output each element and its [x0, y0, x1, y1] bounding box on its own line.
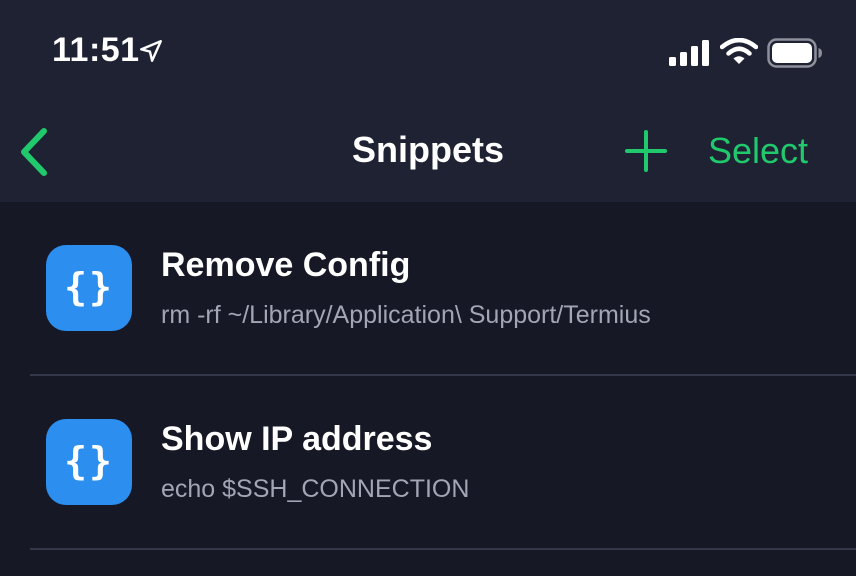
snippet-command: rm -rf ~/Library/Application\ Support/Te… — [161, 301, 651, 329]
curly-braces-icon: {} — [46, 245, 132, 331]
select-button[interactable]: Select — [708, 130, 808, 172]
snippet-command: echo $SSH_CONNECTION — [161, 475, 470, 503]
status-time: 11:51 — [52, 31, 140, 69]
location-arrow-icon — [140, 40, 162, 62]
top-bar: 11:51 Snippets Select — [0, 0, 856, 202]
snippet-item-show-ip-address[interactable]: {} Show IP address echo $SSH_CONNECTION — [0, 376, 856, 550]
navigation-bar: Snippets Select — [0, 100, 856, 202]
snippets-screen: 11:51 Snippets Select {} Remove Config r… — [0, 0, 856, 576]
curly-braces-icon: {} — [46, 419, 132, 505]
status-bar: 11:51 — [0, 0, 856, 100]
back-button[interactable] — [14, 126, 58, 178]
add-snippet-button[interactable] — [622, 127, 670, 175]
snippet-icon-glyph: {} — [64, 265, 114, 309]
snippet-item-remove-config[interactable]: {} Remove Config rm -rf ~/Library/Applic… — [0, 202, 856, 376]
snippet-title: Remove Config — [161, 246, 411, 284]
battery-icon — [767, 38, 822, 68]
list-divider — [30, 548, 856, 550]
wifi-icon — [720, 38, 758, 64]
snippet-title: Show IP address — [161, 420, 433, 458]
cellular-signal-icon — [669, 40, 709, 66]
snippet-list: {} Remove Config rm -rf ~/Library/Applic… — [0, 202, 856, 550]
snippet-icon-glyph: {} — [64, 439, 114, 483]
